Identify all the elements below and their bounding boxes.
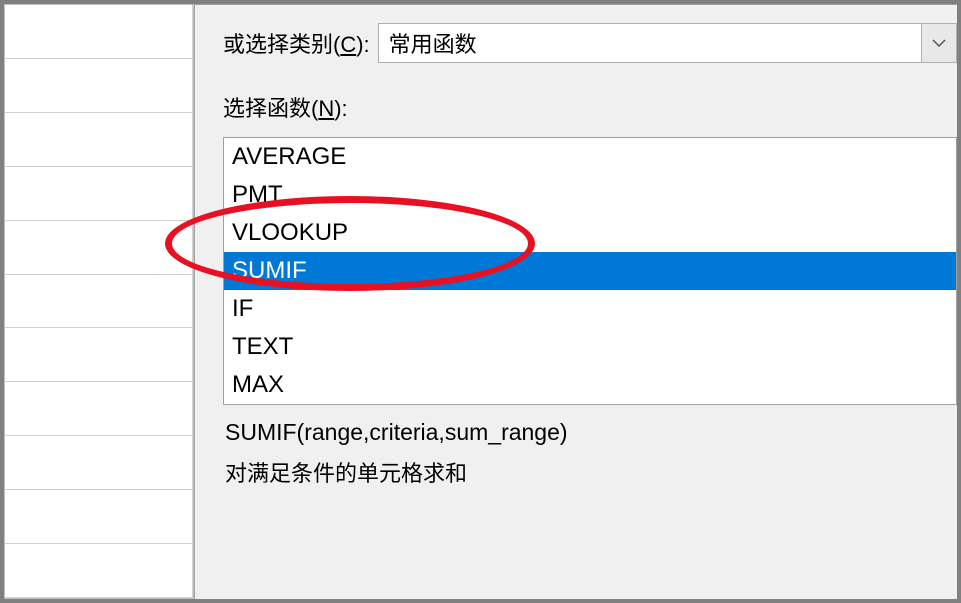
function-syntax: SUMIF(range,criteria,sum_range) <box>225 419 957 446</box>
spreadsheet-cell[interactable] <box>5 382 193 436</box>
spreadsheet-cell[interactable] <box>5 5 193 59</box>
spreadsheet-cell[interactable] <box>5 275 193 329</box>
function-listbox[interactable]: AVERAGEPMTVLOOKUPSUMIFIFTEXTMAX <box>223 137 957 405</box>
spreadsheet-cell[interactable] <box>5 490 193 544</box>
insert-function-dialog: 或选择类别(C): 常用函数 选择函数(N): AVERAGEPMTVLOOKU… <box>194 4 957 599</box>
function-item-text[interactable]: TEXT <box>224 328 956 366</box>
category-label: 或选择类别(C): <box>223 27 370 59</box>
function-item-vlookup[interactable]: VLOOKUP <box>224 214 956 252</box>
spreadsheet-cell[interactable] <box>5 544 193 598</box>
category-dropdown-button[interactable] <box>921 23 957 63</box>
function-item-sumif[interactable]: SUMIF <box>224 252 956 290</box>
spreadsheet-cell[interactable] <box>5 328 193 382</box>
spreadsheet-cell[interactable] <box>5 59 193 113</box>
function-item-max[interactable]: MAX <box>224 366 956 404</box>
category-dropdown[interactable]: 常用函数 <box>378 23 957 63</box>
spreadsheet-column <box>4 4 194 599</box>
function-item-average[interactable]: AVERAGE <box>224 138 956 176</box>
spreadsheet-cell[interactable] <box>5 113 193 167</box>
function-item-if[interactable]: IF <box>224 290 956 328</box>
function-item-pmt[interactable]: PMT <box>224 176 956 214</box>
spreadsheet-cell[interactable] <box>5 436 193 490</box>
category-dropdown-value: 常用函数 <box>389 27 477 59</box>
function-description: 对满足条件的单元格求和 <box>225 456 957 488</box>
select-function-label: 选择函数(N): <box>223 91 957 123</box>
spreadsheet-cell[interactable] <box>5 221 193 275</box>
spreadsheet-cell[interactable] <box>5 167 193 221</box>
chevron-down-icon <box>932 39 946 47</box>
